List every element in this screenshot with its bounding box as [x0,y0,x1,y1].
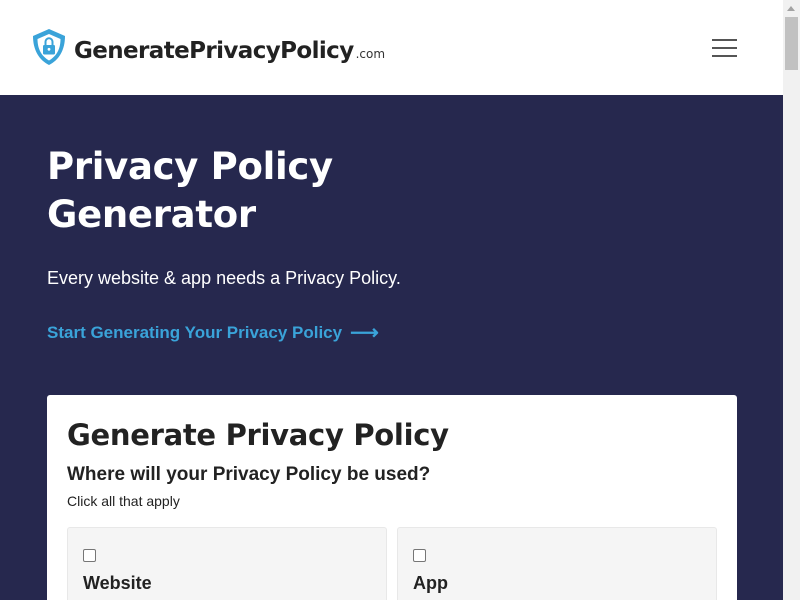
card-title: Generate Privacy Policy [67,418,449,452]
hero-subtitle: Every website & app needs a Privacy Poli… [47,268,401,288]
generator-card: Generate Privacy Policy Where will your … [47,395,737,600]
menu-bar [712,39,737,41]
vertical-scrollbar[interactable] [783,0,800,600]
option-website-label: Website [83,573,152,593]
site-logo[interactable]: GeneratePrivacyPolicy .com [31,28,385,66]
hero-title: Privacy Policy Generator [47,145,333,236]
scroll-up-arrow-icon[interactable] [783,0,800,17]
website-checkbox[interactable] [83,549,96,562]
option-app[interactable]: App [397,527,717,600]
start-generating-link-label: Start Generating Your Privacy Policy [47,323,343,342]
site-header: GeneratePrivacyPolicy .com [0,0,783,95]
shield-lock-icon [33,29,65,65]
usage-hint: Click all that apply [67,493,180,509]
logo-tld: .com [355,47,386,61]
option-app-label: App [413,573,448,593]
hamburger-menu-icon[interactable] [710,34,740,62]
scrollbar-thumb[interactable] [785,17,798,70]
start-generating-link[interactable]: Start Generating Your Privacy Policy ⟶ [47,322,379,344]
arrow-right-icon: ⟶ [350,322,379,344]
app-checkbox[interactable] [413,549,426,562]
logo-wordmark: GeneratePrivacyPolicy [74,38,354,64]
option-website[interactable]: Website [67,527,387,600]
menu-bar [712,47,737,49]
menu-bar [712,55,737,57]
usage-question: Where will your Privacy Policy be used? [67,464,431,485]
